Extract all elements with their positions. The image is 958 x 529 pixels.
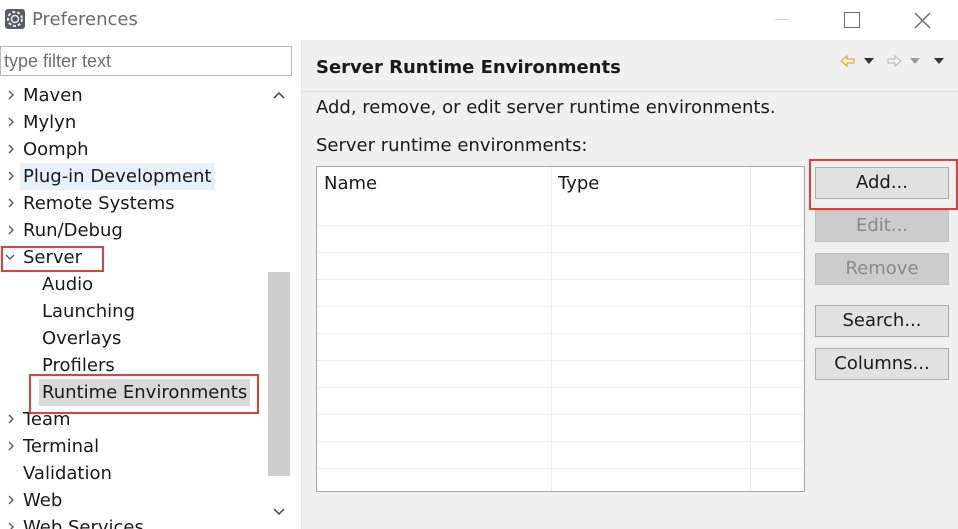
add-button[interactable]: Add...: [815, 167, 949, 199]
tree-item-maven[interactable]: Maven: [0, 82, 266, 109]
tree-item-label: Mylyn: [23, 112, 77, 133]
chevron-right-icon: [8, 144, 14, 154]
tree-item-label: Plug-in Development: [20, 163, 215, 190]
tree-item-audio[interactable]: Audio: [0, 271, 266, 298]
window-title: Preferences: [32, 9, 138, 30]
filter-input[interactable]: [0, 46, 292, 76]
tree-item-web-services[interactable]: Web Services: [0, 514, 266, 529]
tree-item-run-debug[interactable]: Run/Debug: [0, 217, 266, 244]
tree-item-oomph[interactable]: Oomph: [0, 136, 266, 163]
close-button[interactable]: [892, 0, 952, 40]
tree-item-label: Profilers: [42, 355, 115, 376]
chevron-down-icon: [273, 508, 285, 516]
tree-item-label: Runtime Environments: [39, 379, 251, 406]
columns-button[interactable]: Columns...: [815, 348, 949, 380]
runtime-environments-table[interactable]: Name Type: [316, 166, 805, 492]
close-icon: [914, 12, 930, 28]
tree-item-launching[interactable]: Launching: [0, 298, 266, 325]
view-menu-icon[interactable]: [934, 58, 944, 64]
tree-item-remote-systems[interactable]: Remote Systems: [0, 190, 266, 217]
tree-item-server[interactable]: Server: [0, 244, 266, 271]
tree-item-validation[interactable]: Validation: [0, 460, 266, 487]
page-description: Add, remove, or edit server runtime envi…: [316, 97, 776, 118]
chevron-right-icon: [8, 90, 14, 100]
chevron-right-icon: [8, 522, 14, 529]
chevron-right-icon: [8, 171, 14, 181]
chevron-right-icon: [8, 414, 14, 424]
tree-item-plugin-development[interactable]: Plug-in Development: [0, 163, 266, 190]
column-header-name[interactable]: Name: [317, 167, 551, 201]
search-button[interactable]: Search...: [815, 305, 949, 337]
tree-item-label: Run/Debug: [23, 220, 123, 241]
chevron-right-icon: [8, 441, 14, 451]
column-divider: [551, 167, 552, 491]
row-gridline: [317, 279, 804, 280]
tree-item-label: Maven: [23, 85, 83, 106]
chevron-right-icon: [8, 495, 14, 505]
back-arrow-icon[interactable]: [840, 54, 855, 68]
chevron-up-icon: [273, 91, 285, 99]
tree-item-terminal[interactable]: Terminal: [0, 433, 266, 460]
row-gridline: [317, 414, 804, 415]
eclipse-icon: [4, 8, 26, 30]
row-gridline: [317, 468, 804, 469]
tree-item-label: Overlays: [42, 328, 122, 349]
row-gridline: [317, 252, 804, 253]
row-gridline: [317, 360, 804, 361]
tree-item-label: Launching: [42, 301, 136, 322]
edit-button[interactable]: Edit...: [815, 210, 949, 242]
table-label: Server runtime environments:: [316, 135, 588, 156]
row-gridline: [317, 387, 804, 388]
column-divider: [750, 167, 751, 491]
tree-item-label: Remote Systems: [23, 193, 175, 214]
tree-item-team[interactable]: Team: [0, 406, 266, 433]
scrollbar-thumb[interactable]: [268, 272, 290, 476]
remove-button[interactable]: Remove: [815, 253, 949, 285]
scroll-up-button[interactable]: [270, 86, 288, 104]
forward-arrow-icon[interactable]: [887, 54, 902, 68]
page-header: Server Runtime Environments: [302, 40, 958, 92]
title-bar: Preferences: [0, 0, 958, 40]
column-header-type[interactable]: Type: [551, 167, 749, 201]
tree-item-label: Server: [23, 247, 83, 268]
minimize-button[interactable]: [752, 0, 812, 40]
chevron-right-icon: [8, 225, 14, 235]
tree-item-label: Web Services: [23, 517, 144, 529]
row-gridline: [317, 333, 804, 334]
tree-item-label: Audio: [42, 274, 94, 295]
preferences-tree: Maven Mylyn Oomph Plug-in Development Re…: [0, 82, 266, 529]
preference-page: Server Runtime Environments Add, remove,…: [302, 40, 958, 529]
row-gridline: [317, 441, 804, 442]
tree-item-label: Web: [23, 490, 63, 511]
row-gridline: [317, 306, 804, 307]
tree-item-web[interactable]: Web: [0, 487, 266, 514]
chevron-right-icon: [8, 198, 14, 208]
row-gridline: [317, 225, 804, 226]
tree-item-label: Oomph: [23, 139, 89, 160]
tree-item-label: Team: [23, 409, 71, 430]
back-menu-chevron-icon[interactable]: [864, 58, 874, 64]
maximize-button[interactable]: [822, 0, 882, 40]
tree-item-overlays[interactable]: Overlays: [0, 325, 266, 352]
tree-item-label: Validation: [23, 463, 112, 484]
page-title: Server Runtime Environments: [316, 57, 621, 78]
scroll-down-button[interactable]: [270, 503, 288, 521]
tree-item-mylyn[interactable]: Mylyn: [0, 109, 266, 136]
preferences-tree-panel: Maven Mylyn Oomph Plug-in Development Re…: [0, 40, 302, 529]
chevron-down-icon: [5, 254, 15, 260]
history-nav: [840, 53, 950, 69]
chevron-right-icon: [8, 117, 14, 127]
forward-menu-chevron-icon[interactable]: [910, 58, 920, 64]
tree-item-profilers[interactable]: Profilers: [0, 352, 266, 379]
tree-item-label: Terminal: [23, 436, 100, 457]
tree-item-runtime-environments[interactable]: Runtime Environments: [0, 379, 266, 406]
